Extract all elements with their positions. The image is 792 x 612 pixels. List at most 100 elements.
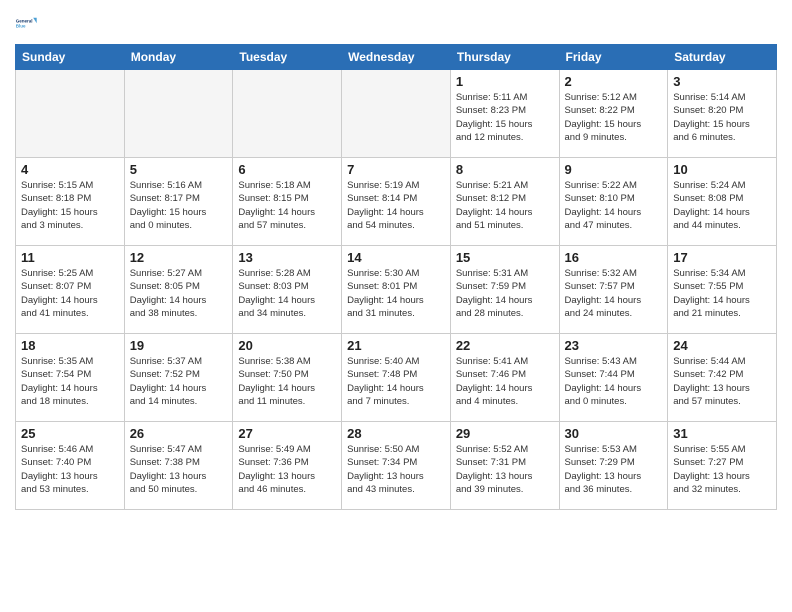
day-number: 29 xyxy=(456,426,554,441)
day-number: 18 xyxy=(21,338,119,353)
calendar-cell: 22Sunrise: 5:41 AMSunset: 7:46 PMDayligh… xyxy=(450,334,559,422)
calendar-cell: 1 Sunrise: 5:11 AMSunset: 8:23 PMDaylight… xyxy=(450,70,559,158)
day-info: Sunrise: 5:11 AMSunset: 8:23 PMDaylight:… xyxy=(456,91,554,144)
day-info: Sunrise: 5:27 AMSunset: 8:05 PMDaylight:… xyxy=(130,267,228,320)
day-info: Sunrise: 5:28 AMSunset: 8:03 PMDaylight:… xyxy=(238,267,336,320)
week-row-1: 1 Sunrise: 5:11 AMSunset: 8:23 PMDaylight… xyxy=(16,70,777,158)
week-row-5: 25 Sunrise: 5:46 AMSunset: 7:40 PMDayligh… xyxy=(16,422,777,510)
day-info: Sunrise: 5:34 AMSunset: 7:55 PMDaylight:… xyxy=(673,267,771,320)
day-number: 13 xyxy=(238,250,336,265)
day-number: 14 xyxy=(347,250,445,265)
day-info: Sunrise: 5:47 AMSunset: 7:38 PMDaylight:… xyxy=(130,443,228,496)
day-number: 15 xyxy=(456,250,554,265)
day-number: 28 xyxy=(347,426,445,441)
calendar-cell: 12 Sunrise: 5:27 AMSunset: 8:05 PMDayligh… xyxy=(124,246,233,334)
weekday-monday: Monday xyxy=(124,45,233,70)
day-info: Sunrise: 5:25 AMSunset: 8:07 PMDaylight:… xyxy=(21,267,119,320)
calendar-cell: 19 Sunrise: 5:37 AMSunset: 7:52 PMDayligh… xyxy=(124,334,233,422)
day-number: 27 xyxy=(238,426,336,441)
calendar-cell: 14 Sunrise: 5:30 AMSunset: 8:01 PMDayligh… xyxy=(342,246,451,334)
day-info: Sunrise: 5:35 AMSunset: 7:54 PMDaylight:… xyxy=(21,355,119,408)
day-info: Sunrise: 5:14 AMSunset: 8:20 PMDaylight:… xyxy=(673,91,771,144)
svg-text:General: General xyxy=(16,19,33,24)
day-number: 31 xyxy=(673,426,771,441)
day-info: Sunrise: 5:52 AMSunset: 7:31 PMDaylight:… xyxy=(456,443,554,496)
day-info: Sunrise: 5:40 AMSunset: 7:48 PMDaylight:… xyxy=(347,355,445,408)
day-info: Sunrise: 5:50 AMSunset: 7:34 PMDaylight:… xyxy=(347,443,445,496)
day-number: 20 xyxy=(238,338,336,353)
day-info: Sunrise: 5:41 AMSunset: 7:46 PMDaylight:… xyxy=(456,355,554,408)
day-number: 12 xyxy=(130,250,228,265)
weekday-sunday: Sunday xyxy=(16,45,125,70)
day-info: Sunrise: 5:44 AMSunset: 7:42 PMDaylight:… xyxy=(673,355,771,408)
day-info: Sunrise: 5:12 AMSunset: 8:22 PMDaylight:… xyxy=(565,91,663,144)
day-info: Sunrise: 5:30 AMSunset: 8:01 PMDaylight:… xyxy=(347,267,445,320)
calendar-cell xyxy=(342,70,451,158)
calendar-cell: 9Sunrise: 5:22 AMSunset: 8:10 PMDaylight… xyxy=(559,158,668,246)
day-info: Sunrise: 5:19 AMSunset: 8:14 PMDaylight:… xyxy=(347,179,445,232)
day-info: Sunrise: 5:46 AMSunset: 7:40 PMDaylight:… xyxy=(21,443,119,496)
calendar-cell: 15Sunrise: 5:31 AMSunset: 7:59 PMDayligh… xyxy=(450,246,559,334)
calendar-cell xyxy=(16,70,125,158)
calendar-cell: 27 Sunrise: 5:49 AMSunset: 7:36 PMDayligh… xyxy=(233,422,342,510)
day-info: Sunrise: 5:38 AMSunset: 7:50 PMDaylight:… xyxy=(238,355,336,408)
calendar-cell: 31 Sunrise: 5:55 AMSunset: 7:27 PMDayligh… xyxy=(668,422,777,510)
day-info: Sunrise: 5:21 AMSunset: 8:12 PMDaylight:… xyxy=(456,179,554,232)
calendar-cell: 13 Sunrise: 5:28 AMSunset: 8:03 PMDayligh… xyxy=(233,246,342,334)
day-number: 23 xyxy=(565,338,663,353)
day-info: Sunrise: 5:43 AMSunset: 7:44 PMDaylight:… xyxy=(565,355,663,408)
day-number: 19 xyxy=(130,338,228,353)
calendar-cell: 10 Sunrise: 5:24 AMSunset: 8:08 PMDayligh… xyxy=(668,158,777,246)
day-info: Sunrise: 5:32 AMSunset: 7:57 PMDaylight:… xyxy=(565,267,663,320)
day-number: 5 xyxy=(130,162,228,177)
day-info: Sunrise: 5:37 AMSunset: 7:52 PMDaylight:… xyxy=(130,355,228,408)
calendar-table: SundayMondayTuesdayWednesdayThursdayFrid… xyxy=(15,44,777,510)
week-row-2: 4Sunrise: 5:15 AMSunset: 8:18 PMDaylight… xyxy=(16,158,777,246)
day-number: 16 xyxy=(565,250,663,265)
calendar-cell: 21 Sunrise: 5:40 AMSunset: 7:48 PMDayligh… xyxy=(342,334,451,422)
calendar-cell: 20 Sunrise: 5:38 AMSunset: 7:50 PMDayligh… xyxy=(233,334,342,422)
calendar-cell: 5 Sunrise: 5:16 AMSunset: 8:17 PMDaylight… xyxy=(124,158,233,246)
page-header: GeneralBlue xyxy=(15,10,777,38)
logo: GeneralBlue xyxy=(15,10,43,38)
weekday-thursday: Thursday xyxy=(450,45,559,70)
calendar-cell: 23 Sunrise: 5:43 AMSunset: 7:44 PMDayligh… xyxy=(559,334,668,422)
day-number: 26 xyxy=(130,426,228,441)
calendar-cell: 29 Sunrise: 5:52 AMSunset: 7:31 PMDayligh… xyxy=(450,422,559,510)
day-number: 21 xyxy=(347,338,445,353)
weekday-tuesday: Tuesday xyxy=(233,45,342,70)
calendar-cell: 28 Sunrise: 5:50 AMSunset: 7:34 PMDayligh… xyxy=(342,422,451,510)
day-number: 2 xyxy=(565,74,663,89)
day-number: 1 xyxy=(456,74,554,89)
calendar-cell: 2 Sunrise: 5:12 AMSunset: 8:22 PMDaylight… xyxy=(559,70,668,158)
day-number: 4 xyxy=(21,162,119,177)
day-number: 8 xyxy=(456,162,554,177)
calendar-cell: 18 Sunrise: 5:35 AMSunset: 7:54 PMDayligh… xyxy=(16,334,125,422)
day-number: 10 xyxy=(673,162,771,177)
calendar-cell: 24Sunrise: 5:44 AMSunset: 7:42 PMDayligh… xyxy=(668,334,777,422)
day-info: Sunrise: 5:49 AMSunset: 7:36 PMDaylight:… xyxy=(238,443,336,496)
day-number: 7 xyxy=(347,162,445,177)
calendar-cell: 3 Sunrise: 5:14 AMSunset: 8:20 PMDaylight… xyxy=(668,70,777,158)
weekday-header-row: SundayMondayTuesdayWednesdayThursdayFrid… xyxy=(16,45,777,70)
svg-text:Blue: Blue xyxy=(16,24,26,29)
calendar-cell: 7 Sunrise: 5:19 AMSunset: 8:14 PMDaylight… xyxy=(342,158,451,246)
day-info: Sunrise: 5:24 AMSunset: 8:08 PMDaylight:… xyxy=(673,179,771,232)
day-info: Sunrise: 5:53 AMSunset: 7:29 PMDaylight:… xyxy=(565,443,663,496)
calendar-cell: 6Sunrise: 5:18 AMSunset: 8:15 PMDaylight… xyxy=(233,158,342,246)
weekday-saturday: Saturday xyxy=(668,45,777,70)
day-info: Sunrise: 5:18 AMSunset: 8:15 PMDaylight:… xyxy=(238,179,336,232)
calendar-cell: 8 Sunrise: 5:21 AMSunset: 8:12 PMDaylight… xyxy=(450,158,559,246)
day-info: Sunrise: 5:16 AMSunset: 8:17 PMDaylight:… xyxy=(130,179,228,232)
day-info: Sunrise: 5:22 AMSunset: 8:10 PMDaylight:… xyxy=(565,179,663,232)
day-number: 17 xyxy=(673,250,771,265)
calendar-cell xyxy=(124,70,233,158)
calendar-cell: 17 Sunrise: 5:34 AMSunset: 7:55 PMDayligh… xyxy=(668,246,777,334)
calendar-cell: 30Sunrise: 5:53 AMSunset: 7:29 PMDayligh… xyxy=(559,422,668,510)
weekday-friday: Friday xyxy=(559,45,668,70)
day-info: Sunrise: 5:55 AMSunset: 7:27 PMDaylight:… xyxy=(673,443,771,496)
day-number: 3 xyxy=(673,74,771,89)
calendar-cell: 26 Sunrise: 5:47 AMSunset: 7:38 PMDayligh… xyxy=(124,422,233,510)
day-number: 25 xyxy=(21,426,119,441)
calendar-cell: 11Sunrise: 5:25 AMSunset: 8:07 PMDayligh… xyxy=(16,246,125,334)
